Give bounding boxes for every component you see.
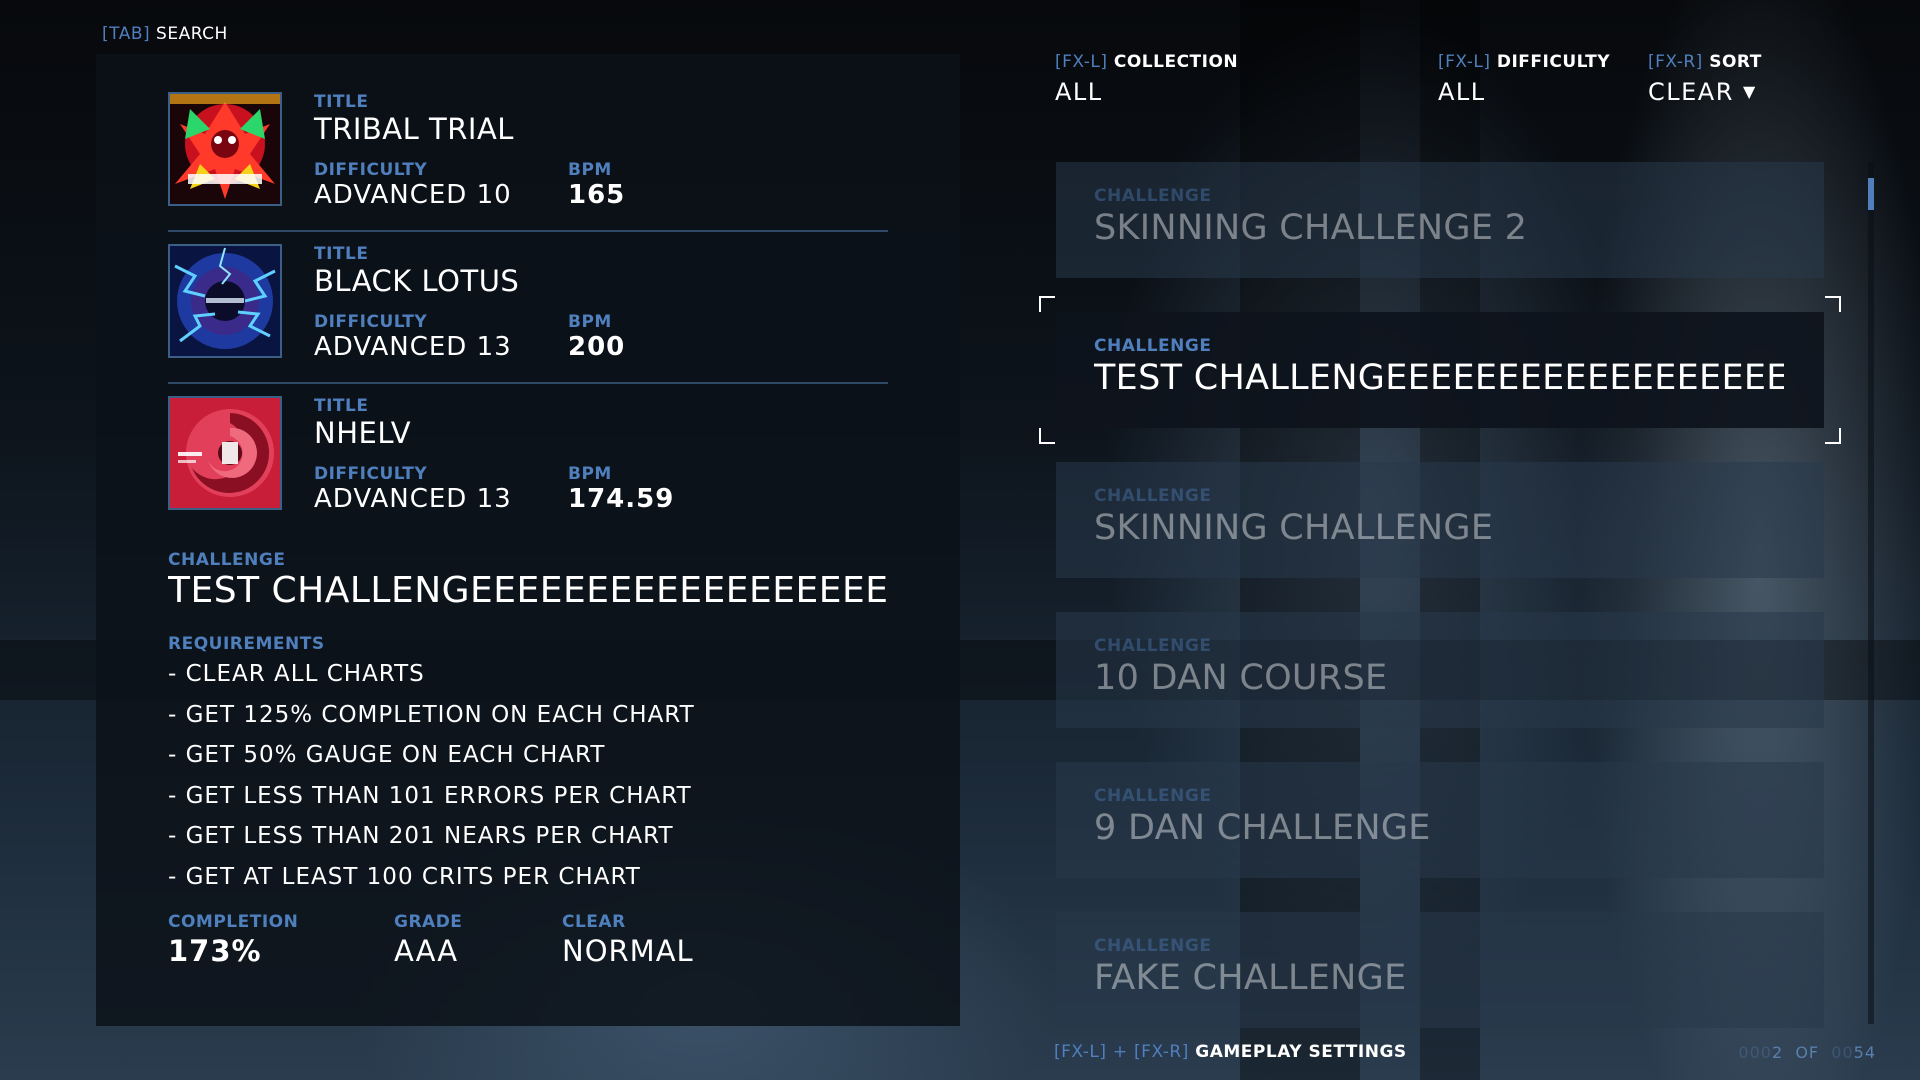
song-bpm: 174.59 bbox=[568, 484, 675, 514]
challenge-list-item[interactable]: CHALLENGE 9 DAN CHALLENGE bbox=[1056, 762, 1824, 878]
collection-filter[interactable]: [FX-L] COLLECTION ALL bbox=[1055, 52, 1238, 106]
requirements-list: - CLEAR ALL CHARTS - GET 125% COMPLETION… bbox=[168, 654, 695, 897]
clear-stat: CLEAR NORMAL bbox=[562, 912, 694, 968]
footer-key-right: [FX-R] bbox=[1134, 1042, 1189, 1062]
challenge-item-name: 10 DAN COURSE bbox=[1094, 658, 1388, 698]
challenge-item-label: CHALLENGE bbox=[1094, 336, 1212, 356]
song-bpm: 165 bbox=[568, 180, 626, 210]
difficulty-filter[interactable]: [FX-L] DIFFICULTY ALL bbox=[1438, 52, 1610, 106]
requirement-item: - GET 50% GAUGE ON EACH CHART bbox=[168, 742, 606, 768]
song-jacket-black-lotus bbox=[168, 244, 282, 358]
requirement-item: - GET LESS THAN 201 NEARS PER CHART bbox=[168, 823, 674, 849]
difficulty-label: DIFFICULTY bbox=[1496, 52, 1611, 72]
challenge-item-name: SKINNING CHALLENGE 2 bbox=[1094, 208, 1528, 248]
challenge-item-label: CHALLENGE bbox=[1094, 936, 1212, 956]
requirement-item: - GET AT LEAST 100 CRITS PER CHART bbox=[168, 863, 641, 890]
song-bpm-label: BPM bbox=[568, 464, 612, 484]
completion-value: 173% bbox=[168, 934, 262, 968]
sort-value: CLEAR bbox=[1648, 78, 1734, 106]
challenge-item-name: TEST CHALLENGEEEEEEEEEEEEEEEEEEEEEEEEE bbox=[1094, 358, 1784, 398]
page-counter: 0002 OF 0054 bbox=[1738, 1043, 1876, 1062]
footer-label: GAMEPLAY SETTINGS bbox=[1195, 1042, 1407, 1062]
requirement-item: - GET 125% COMPLETION ON EACH CHART bbox=[168, 701, 695, 728]
grade-value: AAA bbox=[394, 934, 459, 968]
song-bpm-label: BPM bbox=[568, 160, 612, 180]
gameplay-settings-hint[interactable]: [FX-L] + [FX-R] GAMEPLAY SETTINGS bbox=[1054, 1042, 1407, 1062]
page-total: 54 bbox=[1853, 1043, 1876, 1062]
selection-corner-icon bbox=[1039, 296, 1055, 312]
requirements-label: REQUIREMENTS bbox=[168, 634, 325, 654]
requirement-item: - GET LESS THAN 101 ERRORS PER CHART bbox=[168, 782, 692, 809]
song-difficulty: ADVANCED 13 bbox=[314, 332, 512, 362]
song-title-label: TITLE bbox=[314, 396, 369, 416]
song-title: TRIBAL TRIAL bbox=[314, 112, 514, 146]
song-difficulty-label: DIFFICULTY bbox=[314, 464, 428, 484]
challenge-detail-panel: TITLE TRIBAL TRIAL DIFFICULTY ADVANCED 1… bbox=[96, 54, 960, 1026]
search-hint[interactable]: [TAB] SEARCH bbox=[102, 24, 228, 44]
search-key: [TAB] bbox=[102, 24, 151, 44]
challenge-item-name: 9 DAN CHALLENGE bbox=[1094, 808, 1431, 848]
sort-filter[interactable]: [FX-R] SORT CLEAR ▼ bbox=[1648, 52, 1762, 106]
song-title: NHELV bbox=[314, 416, 412, 450]
collection-label: COLLECTION bbox=[1113, 52, 1239, 72]
page-current-padding: 000 bbox=[1738, 1043, 1772, 1062]
song-title-label: TITLE bbox=[314, 92, 369, 112]
challenge-list-item[interactable]: CHALLENGE 10 DAN COURSE bbox=[1056, 612, 1824, 728]
page-of: OF bbox=[1795, 1043, 1820, 1062]
song-title-label: TITLE bbox=[314, 244, 369, 264]
song-row: TITLE TRIBAL TRIAL DIFFICULTY ADVANCED 1… bbox=[168, 80, 888, 232]
challenge-list-item[interactable]: CHALLENGE SKINNING CHALLENGE bbox=[1056, 462, 1824, 578]
challenge-list-scrollbar[interactable] bbox=[1868, 162, 1874, 1024]
search-label: SEARCH bbox=[156, 24, 228, 44]
collection-key: [FX-L] bbox=[1055, 52, 1108, 72]
chevron-down-icon: ▼ bbox=[1743, 82, 1757, 101]
page-total-padding: 00 bbox=[1831, 1043, 1854, 1062]
song-jacket-nhelv bbox=[168, 396, 282, 510]
completion-label: COMPLETION bbox=[168, 912, 299, 932]
song-difficulty: ADVANCED 13 bbox=[314, 484, 512, 514]
challenge-item-name: SKINNING CHALLENGE bbox=[1094, 508, 1494, 548]
song-row: TITLE NHELV DIFFICULTY ADVANCED 13 BPM 1… bbox=[168, 384, 888, 536]
footer-plus: + bbox=[1112, 1042, 1128, 1062]
challenge-item-name: FAKE CHALLENGE bbox=[1094, 958, 1407, 998]
song-row: TITLE BLACK LOTUS DIFFICULTY ADVANCED 13… bbox=[168, 232, 888, 384]
grade-label: GRADE bbox=[394, 912, 463, 932]
collection-value: ALL bbox=[1055, 78, 1103, 106]
difficulty-value: ALL bbox=[1438, 78, 1486, 106]
completion-stat: COMPLETION 173% bbox=[168, 912, 298, 968]
challenge-name: TEST CHALLENGEEEEEEEEEEEEEEEEEEEEEEEE bbox=[168, 570, 888, 611]
difficulty-key: [FX-L] bbox=[1438, 52, 1491, 72]
selection-corner-icon bbox=[1825, 296, 1841, 312]
clear-value: NORMAL bbox=[562, 934, 694, 968]
requirement-item: - CLEAR ALL CHARTS bbox=[168, 661, 425, 687]
page-current: 2 bbox=[1771, 1043, 1784, 1062]
challenge-item-label: CHALLENGE bbox=[1094, 786, 1212, 806]
challenge-list-item[interactable]: CHALLENGE FAKE CHALLENGE bbox=[1056, 912, 1824, 1028]
footer-key-left: [FX-L] bbox=[1054, 1042, 1107, 1062]
clear-label: CLEAR bbox=[562, 912, 626, 932]
challenge-list-item-selected[interactable]: CHALLENGE TEST CHALLENGEEEEEEEEEEEEEEEEE… bbox=[1056, 312, 1824, 428]
challenge-item-label: CHALLENGE bbox=[1094, 636, 1212, 656]
song-bpm-label: BPM bbox=[568, 312, 612, 332]
song-difficulty-label: DIFFICULTY bbox=[314, 160, 428, 180]
challenge-label: CHALLENGE bbox=[168, 550, 286, 570]
scrollbar-thumb[interactable] bbox=[1868, 178, 1874, 210]
selection-corner-icon bbox=[1825, 428, 1841, 444]
song-jacket-tribal-trial bbox=[168, 92, 282, 206]
challenge-list-item[interactable]: CHALLENGE SKINNING CHALLENGE 2 bbox=[1056, 162, 1824, 278]
song-difficulty-label: DIFFICULTY bbox=[314, 312, 428, 332]
challenge-item-label: CHALLENGE bbox=[1094, 486, 1212, 506]
grade-stat: GRADE AAA bbox=[394, 912, 462, 968]
selection-corner-icon bbox=[1039, 428, 1055, 444]
song-title: BLACK LOTUS bbox=[314, 264, 520, 298]
challenge-item-label: CHALLENGE bbox=[1094, 186, 1212, 206]
song-bpm: 200 bbox=[568, 332, 626, 362]
sort-label: SORT bbox=[1709, 52, 1762, 72]
song-difficulty: ADVANCED 10 bbox=[314, 180, 512, 210]
sort-key: [FX-R] bbox=[1648, 52, 1703, 72]
